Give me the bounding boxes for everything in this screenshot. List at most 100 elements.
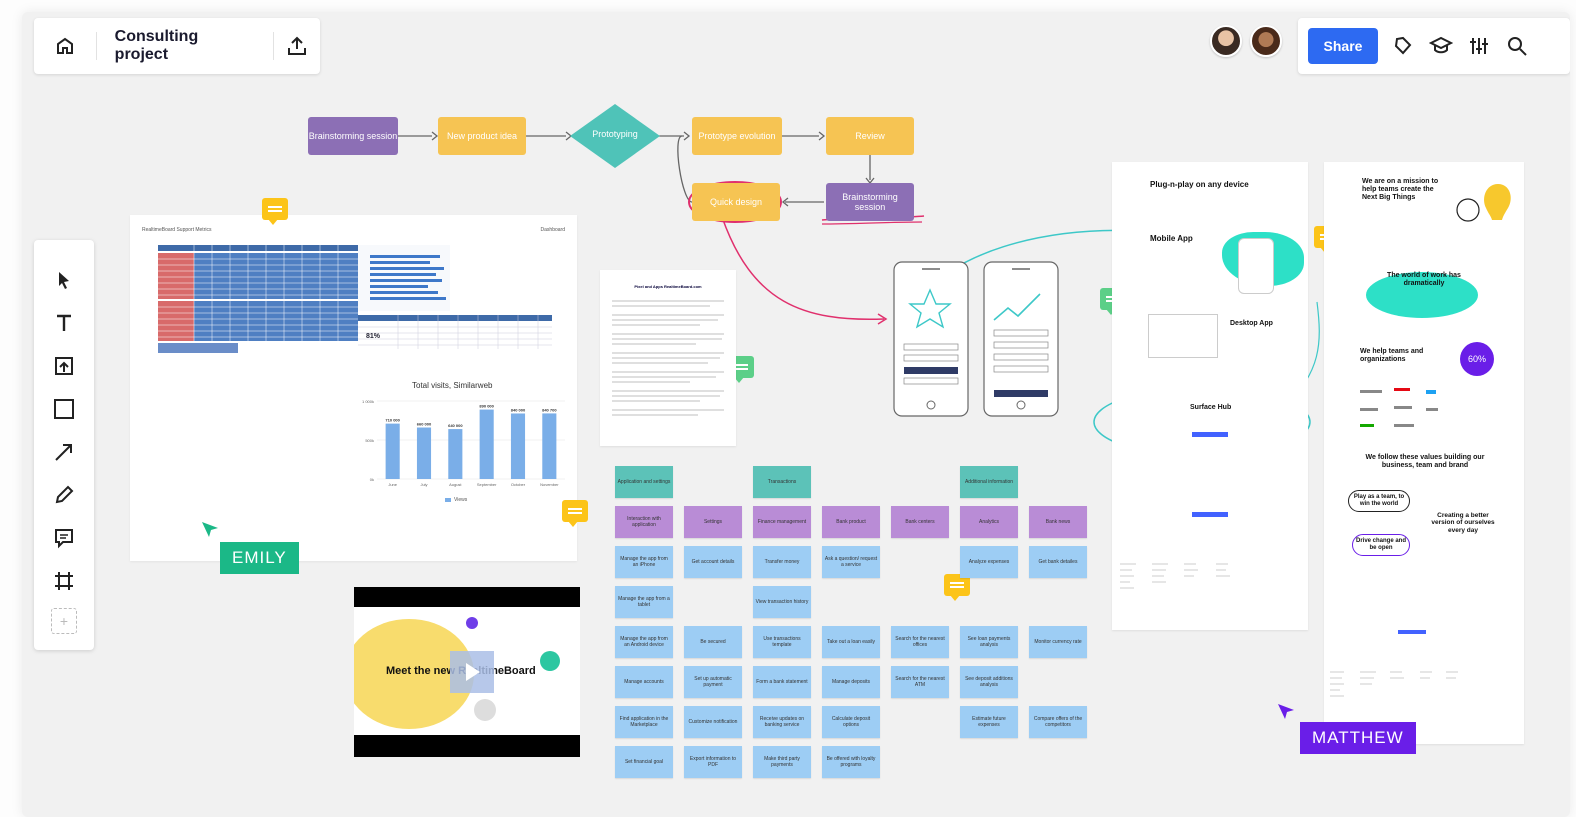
sticky-note[interactable]: View transaction history — [753, 586, 811, 618]
sticky-note[interactable]: Get account details — [684, 546, 742, 578]
mission-text: We are on a mission to help teams create… — [1362, 178, 1439, 202]
sticky-note[interactable]: Be secured — [684, 626, 742, 658]
x-tick-label: November — [540, 482, 559, 487]
sticky-note[interactable]: Search for the nearest offices — [891, 626, 949, 658]
sticky-note[interactable]: Ask a question/ request a service — [822, 546, 880, 578]
legend-swatch — [445, 498, 451, 502]
data-label: 840 000 — [511, 407, 526, 412]
sticky-note[interactable]: Manage the app from a tablet — [615, 586, 673, 618]
cursor-arrow-icon — [1278, 704, 1294, 719]
dashboard-card[interactable]: RealtimeBoard Support Metrics Dashboard — [130, 215, 577, 561]
y-tick-label: 1 000k — [362, 399, 374, 404]
bar — [385, 423, 400, 479]
sticky-note[interactable]: Search for the nearest ATM — [891, 666, 949, 698]
chart-legend: Views — [445, 497, 467, 503]
video-shape — [540, 651, 560, 671]
cta-button[interactable] — [1192, 432, 1228, 437]
sticky-note[interactable]: Use transactions template — [753, 626, 811, 658]
legend-label: Views — [454, 497, 468, 503]
dashboard-tab: Dashboard — [540, 227, 565, 233]
phone-wireframes[interactable] — [892, 260, 1062, 420]
sticky-note[interactable]: Set up automatic payment — [684, 666, 742, 698]
sticky-note[interactable]: Form a bank statement — [753, 666, 811, 698]
data-label: 840 700 — [542, 407, 557, 412]
sticky-note[interactable]: Monitor currency rate — [1029, 626, 1087, 658]
sticky-note[interactable]: Export information to PDF — [684, 746, 742, 778]
sticky-note[interactable]: Receive updates on banking service — [753, 706, 811, 738]
cursor-label-matthew: MATTHEW — [1300, 722, 1416, 754]
x-tick-label: September — [477, 482, 497, 487]
y-tick-label: 500k — [365, 438, 374, 443]
kpi-value: 81% — [366, 333, 381, 340]
sticky-note[interactable]: Customize notification — [684, 706, 742, 738]
y-tick-label: 0k — [370, 477, 374, 482]
value-card: Creating a better version of ourselves e… — [1431, 512, 1495, 534]
video-frame: Meet the new RealtimeBoard — [354, 607, 580, 735]
document-body — [612, 300, 724, 416]
cta-button[interactable] — [1192, 512, 1228, 517]
data-label: 660 000 — [417, 422, 432, 427]
sticky-note[interactable]: Be offered with loyalty programs — [822, 746, 880, 778]
landing-heading: Plug-n-play on any device — [1150, 180, 1249, 189]
visits-bar-chart: 1 000k 500k 0k 710 000 June 660 000 July 640 00… — [362, 399, 565, 487]
sticky-note[interactable]: Bank centers — [891, 506, 949, 538]
cta-button[interactable] — [1398, 630, 1426, 634]
section-title: Desktop App — [1230, 320, 1273, 327]
sticky-note[interactable]: Transfer money — [753, 546, 811, 578]
sticky-note[interactable]: Additional information — [960, 466, 1018, 498]
desktop-mockup — [1148, 314, 1218, 358]
bar — [510, 413, 526, 479]
value-card: Drive change and be open — [1352, 534, 1410, 556]
sticky-note[interactable]: See loan payments analysis — [960, 626, 1018, 658]
sticky-note[interactable]: Manage the app from an Android device — [615, 626, 673, 658]
sticky-note[interactable]: Manage the app from an iPhone — [615, 546, 673, 578]
sticky-note[interactable]: Get bank detailes — [1029, 546, 1087, 578]
stat-badge: 60% — [1460, 342, 1494, 376]
x-tick-label: June — [388, 482, 397, 487]
x-tick-label: July — [420, 482, 427, 487]
client-logos — [1360, 388, 1438, 427]
sticky-note[interactable]: Finance management — [753, 506, 811, 538]
sticky-note[interactable]: See deposit additions analysis — [960, 666, 1018, 698]
section-title: We follow these values building our busi… — [1365, 454, 1485, 470]
footer-links — [1120, 563, 1230, 589]
canvas[interactable]: Consulting project Share + Brainstorming… — [22, 12, 1570, 817]
sticky-note[interactable]: Take out a loan easily — [822, 626, 880, 658]
video-embed[interactable]: Meet the new RealtimeBoard — [354, 587, 580, 757]
sticky-note[interactable]: Find application in the Marketplace — [615, 706, 673, 738]
sticky-note[interactable]: Analytics — [960, 506, 1018, 538]
flow-node[interactable]: New product idea — [438, 117, 526, 155]
sticky-note[interactable]: Compare offers of the competitors — [1029, 706, 1087, 738]
flow-node[interactable]: Review — [826, 117, 914, 155]
dashboard-title: RealtimeBoard Support Metrics — [142, 227, 212, 233]
sticky-note[interactable]: Estimate future expenses — [960, 706, 1018, 738]
sticky-note[interactable]: Transactions — [753, 466, 811, 498]
sticky-note[interactable]: Manage deposits — [822, 666, 880, 698]
section-title: Mobile App — [1150, 234, 1193, 243]
data-label: 890 000 — [479, 404, 494, 409]
sticky-note[interactable]: Analyze expenses — [960, 546, 1018, 578]
flow-node[interactable]: Brainstorming session — [308, 117, 398, 155]
flow-node[interactable]: Quick design — [692, 183, 780, 221]
sticky-note[interactable]: Application and settings — [615, 466, 673, 498]
landing-page-1[interactable]: Plug-n-play on any device Mobile App Des… — [1112, 162, 1308, 630]
document-card[interactable]: Pixel and Apps RealtimeBoard.com — [600, 270, 736, 446]
landing-page-2[interactable]: We are on a mission to help teams create… — [1324, 162, 1524, 744]
flow-node[interactable]: Prototype evolution — [692, 117, 782, 155]
sticky-note[interactable]: Settings — [684, 506, 742, 538]
sticky-note[interactable]: Bank news — [1029, 506, 1087, 538]
sticky-note[interactable]: Set financial goal — [615, 746, 673, 778]
play-button[interactable] — [450, 651, 494, 693]
sticky-note[interactable]: Bank product — [822, 506, 880, 538]
comment-icon[interactable] — [262, 198, 288, 225]
sticky-note[interactable]: Make third party payments — [753, 746, 811, 778]
sticky-note[interactable]: Interaction with application — [615, 506, 673, 538]
sticky-note[interactable]: Calculate deposit options — [822, 706, 880, 738]
sticky-note[interactable]: Manage accounts — [615, 666, 673, 698]
cursor-label-emily: EMILY — [220, 542, 299, 574]
metrics-table — [158, 245, 358, 353]
bar — [416, 427, 432, 479]
data-label: 640 000 — [448, 423, 463, 428]
comment-icon[interactable] — [562, 500, 588, 527]
flow-node[interactable]: Brainstorming session — [826, 183, 914, 221]
